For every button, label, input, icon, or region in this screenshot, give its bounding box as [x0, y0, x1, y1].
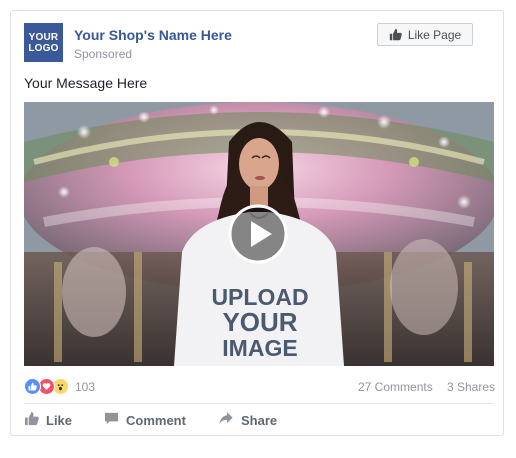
action-divider: [24, 403, 494, 404]
share-label: Share: [241, 412, 278, 428]
comment-icon: [104, 411, 119, 429]
sponsored-post-card: YOUR LOGO Your Shop's Name Here Sponsore…: [10, 10, 504, 436]
page-name-link[interactable]: Your Shop's Name Here: [74, 27, 232, 43]
share-button[interactable]: Share: [218, 411, 277, 429]
play-icon: [228, 204, 288, 264]
post-video[interactable]: UPLOAD YOUR IMAGE: [24, 102, 494, 366]
post-message: Your Message Here: [24, 75, 148, 91]
reactions-summary[interactable]: 103: [24, 378, 95, 395]
like-reaction-icon: [24, 378, 41, 395]
play-button[interactable]: [227, 203, 289, 265]
sponsored-label[interactable]: Sponsored: [74, 47, 132, 61]
like-label: Like: [46, 412, 73, 428]
like-page-button[interactable]: Like Page: [377, 23, 473, 46]
shares-count-link[interactable]: 3 Shares: [447, 380, 495, 394]
thumbs-up-icon: [389, 28, 402, 41]
shirt-print-line-3: IMAGE: [222, 335, 297, 361]
comment-label: Comment: [126, 412, 186, 428]
comment-button[interactable]: Comment: [104, 411, 186, 429]
post-stats: 103 27 Comments 3 Shares: [24, 378, 495, 396]
comments-count-link[interactable]: 27 Comments: [358, 380, 433, 394]
post-actions: Like Comment Share: [24, 411, 494, 431]
like-page-label: Like Page: [407, 27, 462, 42]
page-logo[interactable]: YOUR LOGO: [24, 23, 63, 62]
shirt-print-line-2: YOUR: [222, 307, 297, 337]
like-icon: [24, 411, 39, 429]
like-button[interactable]: Like: [24, 411, 72, 429]
reaction-count: 103: [75, 379, 96, 394]
share-arrow-icon: [218, 411, 234, 429]
